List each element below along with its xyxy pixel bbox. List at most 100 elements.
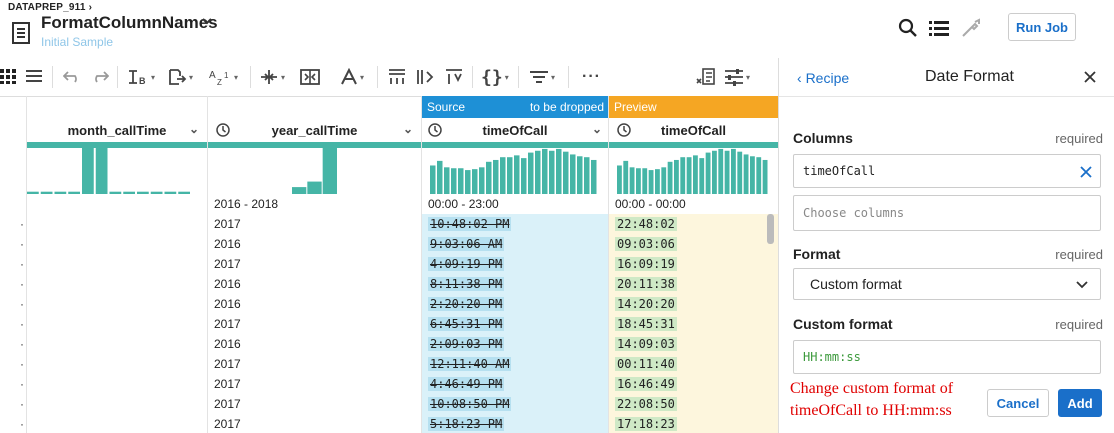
histogram-bar[interactable] bbox=[731, 148, 736, 194]
source-time-value[interactable]: 4:09:19 PM bbox=[428, 257, 505, 271]
histogram-bar[interactable] bbox=[521, 158, 527, 194]
source-time-value[interactable]: 10:08:50 PM bbox=[428, 397, 512, 411]
histogram-bar[interactable] bbox=[500, 157, 506, 194]
histogram-bar[interactable] bbox=[549, 150, 555, 194]
text-tool[interactable]: ▾ bbox=[340, 67, 364, 87]
recipe-link-label[interactable]: Recipe bbox=[806, 70, 850, 86]
histogram-bar[interactable] bbox=[486, 161, 492, 194]
histogram-bar[interactable] bbox=[82, 148, 94, 194]
more-tools[interactable]: ··· bbox=[582, 67, 601, 87]
histogram-bar[interactable] bbox=[743, 154, 749, 194]
run-job-button[interactable]: Run Job bbox=[1008, 13, 1076, 41]
split-tool[interactable] bbox=[300, 67, 320, 87]
preview-time-value[interactable]: 18:45:31 bbox=[615, 317, 677, 331]
histogram-bar[interactable] bbox=[591, 159, 597, 194]
breadcrumb-label[interactable]: DATAPREP_911 bbox=[8, 2, 86, 13]
year-value[interactable]: 2017 bbox=[214, 397, 241, 411]
sort-tool[interactable]: A Z 1 ▾ bbox=[208, 67, 238, 87]
column-header[interactable]: timeOfCall bbox=[609, 118, 778, 143]
histogram-bar[interactable] bbox=[693, 155, 698, 194]
histogram-bar[interactable] bbox=[444, 167, 450, 194]
histogram-bar[interactable] bbox=[556, 148, 562, 194]
histogram-bar[interactable] bbox=[507, 157, 513, 194]
histogram-bar[interactable] bbox=[584, 157, 590, 194]
histogram-bar[interactable] bbox=[451, 168, 457, 194]
histogram-bar[interactable] bbox=[465, 170, 471, 194]
source-time-value[interactable]: 10:48:02 PM bbox=[428, 217, 512, 231]
histogram-bar[interactable] bbox=[712, 150, 717, 194]
cancel-button[interactable]: Cancel bbox=[987, 389, 1049, 417]
histogram-bar[interactable] bbox=[686, 157, 692, 194]
histogram-bar[interactable] bbox=[724, 150, 730, 194]
vertical-scrollbar[interactable] bbox=[767, 214, 774, 244]
source-time-value[interactable]: 5:18:23 PM bbox=[428, 417, 505, 431]
page-title[interactable]: FormatColumnNames bbox=[41, 13, 218, 33]
column-header[interactable]: month_callTime ⌄ bbox=[27, 118, 207, 143]
rename-column-tool[interactable]: B ▾ bbox=[127, 67, 155, 87]
histogram-bar[interactable] bbox=[458, 168, 464, 194]
histogram-bar[interactable] bbox=[95, 148, 108, 194]
histogram-bar[interactable] bbox=[762, 159, 768, 194]
format-select[interactable]: Custom format bbox=[793, 268, 1101, 300]
histogram-bar[interactable] bbox=[535, 150, 541, 194]
histogram-bar[interactable] bbox=[629, 167, 635, 194]
close-icon[interactable] bbox=[1083, 70, 1097, 84]
source-time-value[interactable]: 2:09:03 PM bbox=[428, 337, 505, 351]
histogram-bar[interactable] bbox=[756, 157, 762, 194]
histogram-bar[interactable] bbox=[636, 168, 641, 194]
histogram-bar[interactable] bbox=[307, 181, 322, 194]
year-value[interactable]: 2017 bbox=[214, 317, 241, 331]
histogram-bar[interactable] bbox=[137, 191, 149, 194]
breadcrumb[interactable]: DATAPREP_911 › bbox=[8, 2, 92, 13]
preview-time-value[interactable]: 16:09:19 bbox=[615, 257, 677, 271]
recipe-list-icon[interactable] bbox=[696, 67, 716, 87]
undo-icon[interactable] bbox=[63, 69, 81, 83]
histogram-bar[interactable] bbox=[322, 148, 337, 194]
preview-time-value[interactable]: 16:46:49 bbox=[615, 377, 677, 391]
column-chip-field[interactable]: timeOfCall bbox=[793, 154, 1101, 188]
histogram-bar[interactable] bbox=[563, 151, 569, 194]
chevron-down-icon[interactable]: ⌄ bbox=[403, 122, 413, 136]
histogram-bar[interactable] bbox=[430, 165, 436, 194]
year-value[interactable]: 2017 bbox=[214, 217, 241, 231]
histogram-bar[interactable] bbox=[617, 165, 622, 194]
year-value[interactable]: 2017 bbox=[214, 377, 241, 391]
histogram-bar[interactable] bbox=[623, 160, 629, 194]
source-time-value[interactable]: 2:20:20 PM bbox=[428, 297, 505, 311]
histogram-bar[interactable] bbox=[642, 168, 648, 194]
histogram-bar[interactable] bbox=[27, 191, 39, 194]
histogram-bar[interactable] bbox=[577, 156, 583, 194]
histogram-bar[interactable] bbox=[109, 191, 122, 194]
back-to-recipe-link[interactable]: ‹ Recipe bbox=[797, 70, 849, 86]
search-icon[interactable] bbox=[897, 17, 919, 39]
source-time-value[interactable]: 4:46:49 PM bbox=[428, 377, 505, 391]
remove-column-icon[interactable] bbox=[1080, 166, 1092, 178]
add-button[interactable]: Add bbox=[1058, 389, 1102, 417]
preview-time-value[interactable]: 14:20:20 bbox=[615, 297, 677, 311]
source-time-value[interactable]: 6:45:31 PM bbox=[428, 317, 505, 331]
histogram-bar[interactable] bbox=[674, 159, 679, 194]
chevron-down-icon[interactable]: ⌄ bbox=[189, 122, 199, 136]
source-time-value[interactable]: 8:11:38 PM bbox=[428, 277, 505, 291]
year-value[interactable]: 2016 bbox=[214, 297, 241, 311]
histogram-bar[interactable] bbox=[164, 191, 177, 194]
format-icon[interactable] bbox=[444, 68, 464, 86]
column-header-icon[interactable] bbox=[387, 68, 407, 86]
histogram-bar[interactable] bbox=[542, 148, 548, 194]
year-value[interactable]: 2017 bbox=[214, 417, 241, 431]
settings-tool[interactable]: ▾ bbox=[724, 67, 750, 87]
merge-columns-tool[interactable]: ▾ bbox=[259, 67, 285, 87]
histogram-bar[interactable] bbox=[680, 157, 686, 194]
histogram-bar[interactable] bbox=[514, 155, 520, 194]
histogram-bar[interactable] bbox=[570, 154, 576, 194]
list-view-icon[interactable] bbox=[26, 69, 42, 83]
histogram-bar[interactable] bbox=[648, 170, 654, 194]
chevron-down-icon[interactable]: ⌄ bbox=[592, 122, 602, 136]
histogram-bar[interactable] bbox=[705, 152, 711, 194]
preview-time-value[interactable]: 17:18:23 bbox=[615, 417, 677, 431]
histogram-bar[interactable] bbox=[68, 191, 80, 194]
histogram-bar[interactable] bbox=[178, 191, 190, 194]
preview-time-value[interactable]: 09:03:06 bbox=[615, 237, 677, 251]
histogram-bar[interactable] bbox=[150, 191, 163, 194]
preview-time-value[interactable]: 00:11:40 bbox=[615, 357, 677, 371]
